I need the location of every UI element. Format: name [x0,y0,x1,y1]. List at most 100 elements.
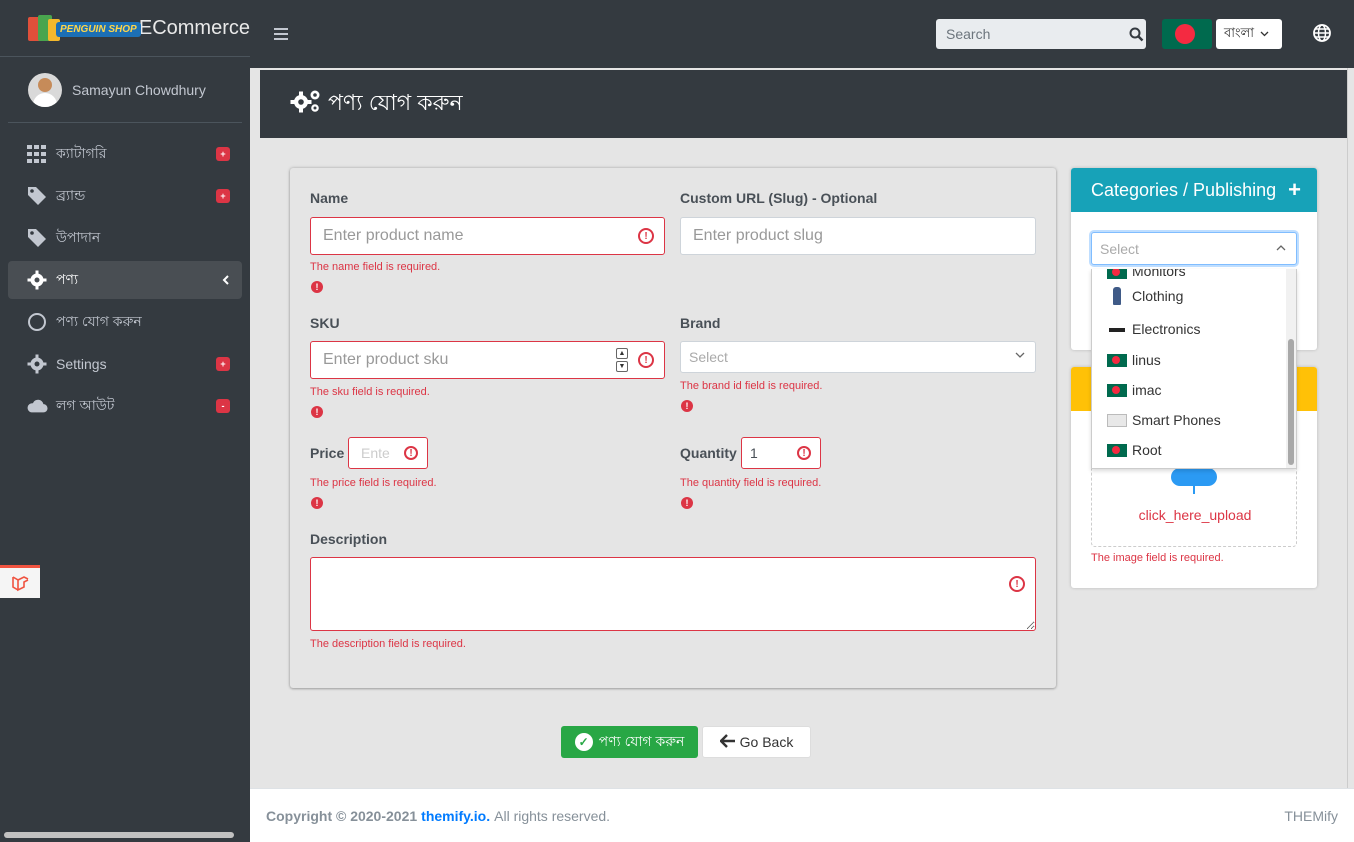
category-option[interactable]: imac [1092,375,1296,405]
arrow-left-icon [718,732,736,753]
remove-badge: - [216,399,230,413]
sidebar-item-add-product[interactable]: পণ্য যোগ করুন [8,303,242,341]
footer-link[interactable]: themify.io. [421,808,490,824]
product-sku-input[interactable]: Enter product sku ▲ ▼ ! [310,341,665,379]
search-input[interactable] [936,19,1127,49]
menu-toggle-icon[interactable] [274,24,288,45]
sidebar-item-brand[interactable]: ব্র্যান্ড + [8,177,242,215]
logo-text: PENGUIN SHOP [56,22,141,37]
name-error: The name field is required. [310,261,441,273]
product-name-input[interactable]: Enter product name ! [310,217,665,255]
sidebar-item-label: ব্র্যান্ড [56,187,86,203]
description-textarea[interactable] [310,557,1036,631]
category-option[interactable]: Monitors [1092,269,1296,279]
brand-select[interactable]: Select [680,341,1036,373]
rights-text: All rights reserved. [494,807,611,824]
sidebar-item-products[interactable]: পণ্য [8,261,242,299]
brand-placeholder: Select [689,349,728,365]
category-option[interactable]: linus [1092,345,1296,375]
cloud-icon [26,395,48,417]
category-select[interactable]: Select [1091,232,1297,265]
product-form-card: Name Enter product name ! The name field… [290,168,1056,688]
footer: Copyright © 2020-2021 themify.io. All ri… [250,788,1354,842]
page-title: পণ্য যোগ করুন [328,89,463,115]
error-icon: ! [311,406,323,418]
language-select[interactable]: বাংলা [1216,19,1282,49]
categories-title: Categories / Publishing [1091,179,1277,200]
submit-product-button[interactable]: ✓ পণ্য যোগ করুন [561,726,698,758]
grid-icon [26,143,48,165]
globe-icon[interactable] [1312,23,1332,43]
chevron-down-icon [1260,29,1269,40]
user-name[interactable]: Samayun Chowdhury [72,82,206,98]
option-label: Electronics [1132,321,1201,337]
sidebar-item-category[interactable]: ক্যাটাগরি + [8,135,242,173]
add-badge: + [216,147,230,161]
brand-link[interactable]: PENGUIN SHOP ECommerce [0,0,250,57]
flag-thumbnail-icon [1107,443,1127,457]
footer-brand: THEMify [1284,807,1338,824]
description-label: Description [310,531,388,547]
quantity-label: Quantity [680,445,737,461]
category-option[interactable]: Clothing [1092,279,1296,313]
brand-name: ECommerce [138,16,250,39]
error-icon: ! [1009,576,1025,592]
shop-logo: PENGUIN SHOP [20,11,141,45]
brand-label: Brand [680,315,721,331]
quantity-input[interactable]: 1 ! [741,437,821,469]
option-label: Monitors [1132,269,1186,279]
submit-label: পণ্য যোগ করুন [598,733,685,749]
laravel-debug-icon[interactable] [0,565,40,598]
quantity-value: 1 [750,445,758,461]
tag-icon [26,185,48,207]
category-placeholder: Select [1100,240,1139,257]
flag-thumbnail-icon [1107,269,1127,279]
sidebar-item-logout[interactable]: লগ আউট - [8,387,242,425]
plus-icon[interactable]: + [1288,177,1301,203]
price-error: The price field is required. [310,477,437,489]
topbar: বাংলা [250,0,1354,68]
go-back-button[interactable]: Go Back [702,726,811,758]
circle-icon [26,311,48,333]
sidebar-item-settings[interactable]: Settings + [8,345,242,383]
add-badge: + [216,357,230,371]
option-label: linus [1132,352,1161,368]
option-label: imac [1132,382,1162,398]
chevron-down-icon [1015,350,1025,362]
avatar [28,72,62,107]
check-circle-icon: ✓ [574,733,593,751]
error-icon: ! [638,228,654,244]
sidebar-scrollbar[interactable] [4,832,234,838]
category-option[interactable]: Smart Phones [1092,405,1296,435]
category-option[interactable]: Root [1092,435,1296,465]
error-icon: ! [681,400,693,412]
option-label: Clothing [1132,288,1184,304]
price-input[interactable]: Ente ! [348,437,428,469]
category-dropdown: Monitors Clothing Electronics linus imac… [1091,269,1297,469]
dropdown-scrollbar[interactable] [1286,269,1296,468]
sku-error: The sku field is required. [310,386,430,398]
flag-thumbnail-icon [1107,353,1127,367]
search-icon[interactable] [1127,19,1146,49]
content-scrollbar [1347,68,1354,788]
language-value: বাংলা [1224,24,1255,40]
slug-placeholder: Enter product slug [693,227,823,244]
content-header: পণ্য যোগ করুন [260,70,1347,138]
error-icon: ! [311,281,323,293]
number-stepper[interactable]: ▲ ▼ [616,348,628,372]
image-error: The image field is required. [1091,552,1224,564]
upload-label: click_here_upload [1138,507,1252,523]
sku-placeholder: Enter product sku [323,351,449,368]
name-placeholder: Enter product name [323,227,464,244]
user-panel[interactable]: Samayun Chowdhury [8,57,242,123]
gears-icon [290,88,322,120]
slug-label: Custom URL (Slug) - Optional [680,190,878,206]
phone-thumbnail-icon [1107,413,1127,427]
product-slug-input[interactable]: Enter product slug [680,217,1036,255]
gear-icon [26,269,48,291]
quantity-error: The quantity field is required. [680,477,822,489]
category-option[interactable]: Electronics [1092,313,1296,345]
sidebar-item-attribute[interactable]: উপাদান [8,219,242,257]
chevron-left-icon [222,272,230,288]
error-icon: ! [797,446,811,460]
